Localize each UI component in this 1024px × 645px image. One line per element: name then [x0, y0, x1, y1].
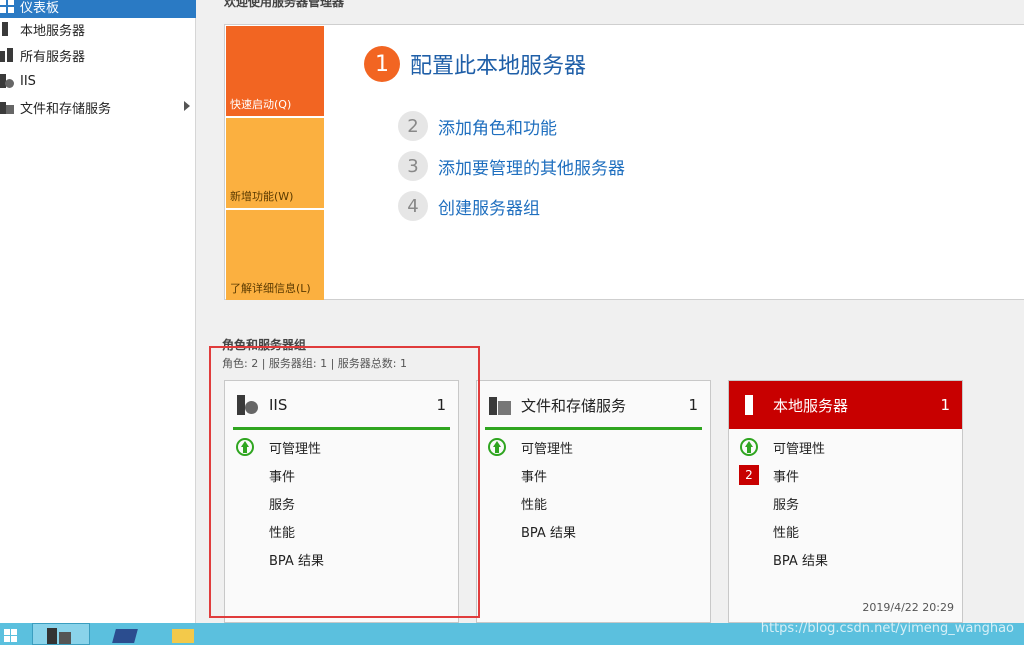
- row-events[interactable]: 事件: [477, 461, 710, 489]
- sidebar: 仪表板 本地服务器 所有服务器 IIS 文件和存储服务: [0, 0, 196, 623]
- card-title: 文件和存储服务: [521, 396, 627, 415]
- role-card-file-storage[interactable]: 文件和存储服务 1 可管理性 事件 性能 BPA 结果: [476, 380, 711, 623]
- dashboard-icon: [0, 0, 14, 13]
- step-label: 添加角色和功能: [438, 118, 557, 139]
- welcome-title: 欢迎使用服务器管理器: [224, 0, 345, 9]
- row-label: 事件: [773, 469, 800, 485]
- row-manageability[interactable]: 可管理性: [729, 433, 962, 461]
- step-create-server-group[interactable]: 4 创建服务器组: [398, 191, 540, 221]
- start-button[interactable]: [0, 623, 22, 645]
- card-count: 1: [940, 396, 950, 414]
- step-label: 创建服务器组: [438, 198, 540, 219]
- row-manageability[interactable]: 可管理性: [477, 433, 710, 461]
- status-ok-icon: [488, 438, 506, 456]
- role-card-local-server[interactable]: 本地服务器 1 可管理性 2 事件 服务 性能 BPA 结果 2019/4/22 …: [728, 380, 963, 623]
- row-events[interactable]: 2 事件: [729, 461, 962, 489]
- card-title: 本地服务器: [773, 396, 849, 415]
- row-label: 可管理性: [521, 441, 574, 457]
- sidebar-item-label: 所有服务器: [20, 49, 86, 65]
- sidebar-item-label: 本地服务器: [20, 23, 86, 39]
- tile-learn-more[interactable]: 了解详细信息(L): [226, 210, 324, 300]
- storage-icon: [489, 395, 511, 415]
- step-number: 3: [398, 151, 428, 181]
- event-count-badge: 2: [739, 465, 759, 485]
- row-performance[interactable]: 性能: [477, 489, 710, 517]
- status-ok-icon: [740, 438, 758, 456]
- sidebar-item-label: 仪表板: [20, 0, 60, 16]
- card-count: 1: [688, 396, 698, 414]
- row-label: BPA 结果: [521, 525, 576, 541]
- tile-whats-new[interactable]: 新增功能(W): [226, 118, 324, 208]
- step-add-servers[interactable]: 3 添加要管理的其他服务器: [398, 151, 625, 181]
- step-label: 添加要管理的其他服务器: [438, 158, 625, 179]
- step-configure-local-server[interactable]: 1 配置此本地服务器: [364, 46, 586, 82]
- status-bar: [485, 427, 702, 430]
- step-add-roles[interactable]: 2 添加角色和功能: [398, 111, 557, 141]
- sidebar-item-iis[interactable]: IIS: [0, 69, 196, 93]
- sidebar-item-all-servers[interactable]: 所有服务器: [0, 43, 196, 67]
- dashboard-main: 欢迎使用服务器管理器 快速启动(Q) 新增功能(W) 了解详细信息(L) 1 配…: [197, 0, 1024, 623]
- row-label: 性能: [773, 525, 800, 541]
- storage-icon: [0, 100, 14, 114]
- sidebar-item-local-server[interactable]: 本地服务器: [0, 17, 196, 41]
- highlight-box: [209, 346, 480, 618]
- step-number: 2: [398, 111, 428, 141]
- row-bpa[interactable]: BPA 结果: [729, 545, 962, 573]
- row-label: 性能: [521, 497, 548, 513]
- card-header[interactable]: 文件和存储服务 1: [477, 381, 710, 430]
- server-manager-taskbar-icon[interactable]: [32, 623, 90, 645]
- tile-quick-start[interactable]: 快速启动(Q): [226, 26, 324, 116]
- step-number: 4: [398, 191, 428, 221]
- file-explorer-icon[interactable]: [166, 623, 200, 645]
- row-performance[interactable]: 性能: [729, 517, 962, 545]
- servers-icon: [0, 48, 14, 62]
- powershell-icon[interactable]: [108, 623, 142, 645]
- row-bpa[interactable]: BPA 结果: [477, 517, 710, 545]
- server-icon: [741, 395, 763, 415]
- row-label: 可管理性: [773, 441, 826, 457]
- card-header[interactable]: 本地服务器 1: [729, 381, 962, 429]
- row-label: 服务: [773, 497, 800, 513]
- row-label: 事件: [521, 469, 548, 485]
- sidebar-item-label: 文件和存储服务: [20, 101, 112, 117]
- row-services[interactable]: 服务: [729, 489, 962, 517]
- watermark: https://blog.csdn.net/yimeng_wanghao: [760, 621, 1014, 636]
- iis-icon: [0, 74, 14, 88]
- sidebar-item-file-storage[interactable]: 文件和存储服务: [0, 95, 196, 119]
- step-number: 1: [364, 46, 400, 82]
- sidebar-item-label: IIS: [20, 73, 36, 89]
- chevron-right-icon[interactable]: [184, 101, 190, 111]
- row-label: BPA 结果: [773, 553, 828, 569]
- step-label: 配置此本地服务器: [410, 54, 587, 79]
- sidebar-item-dashboard[interactable]: 仪表板: [0, 0, 196, 18]
- card-timestamp: 2019/4/22 20:29: [862, 601, 954, 614]
- quick-start-panel: 快速启动(Q) 新增功能(W) 了解详细信息(L) 1 配置此本地服务器 2 添…: [224, 24, 1024, 300]
- server-icon: [0, 22, 14, 36]
